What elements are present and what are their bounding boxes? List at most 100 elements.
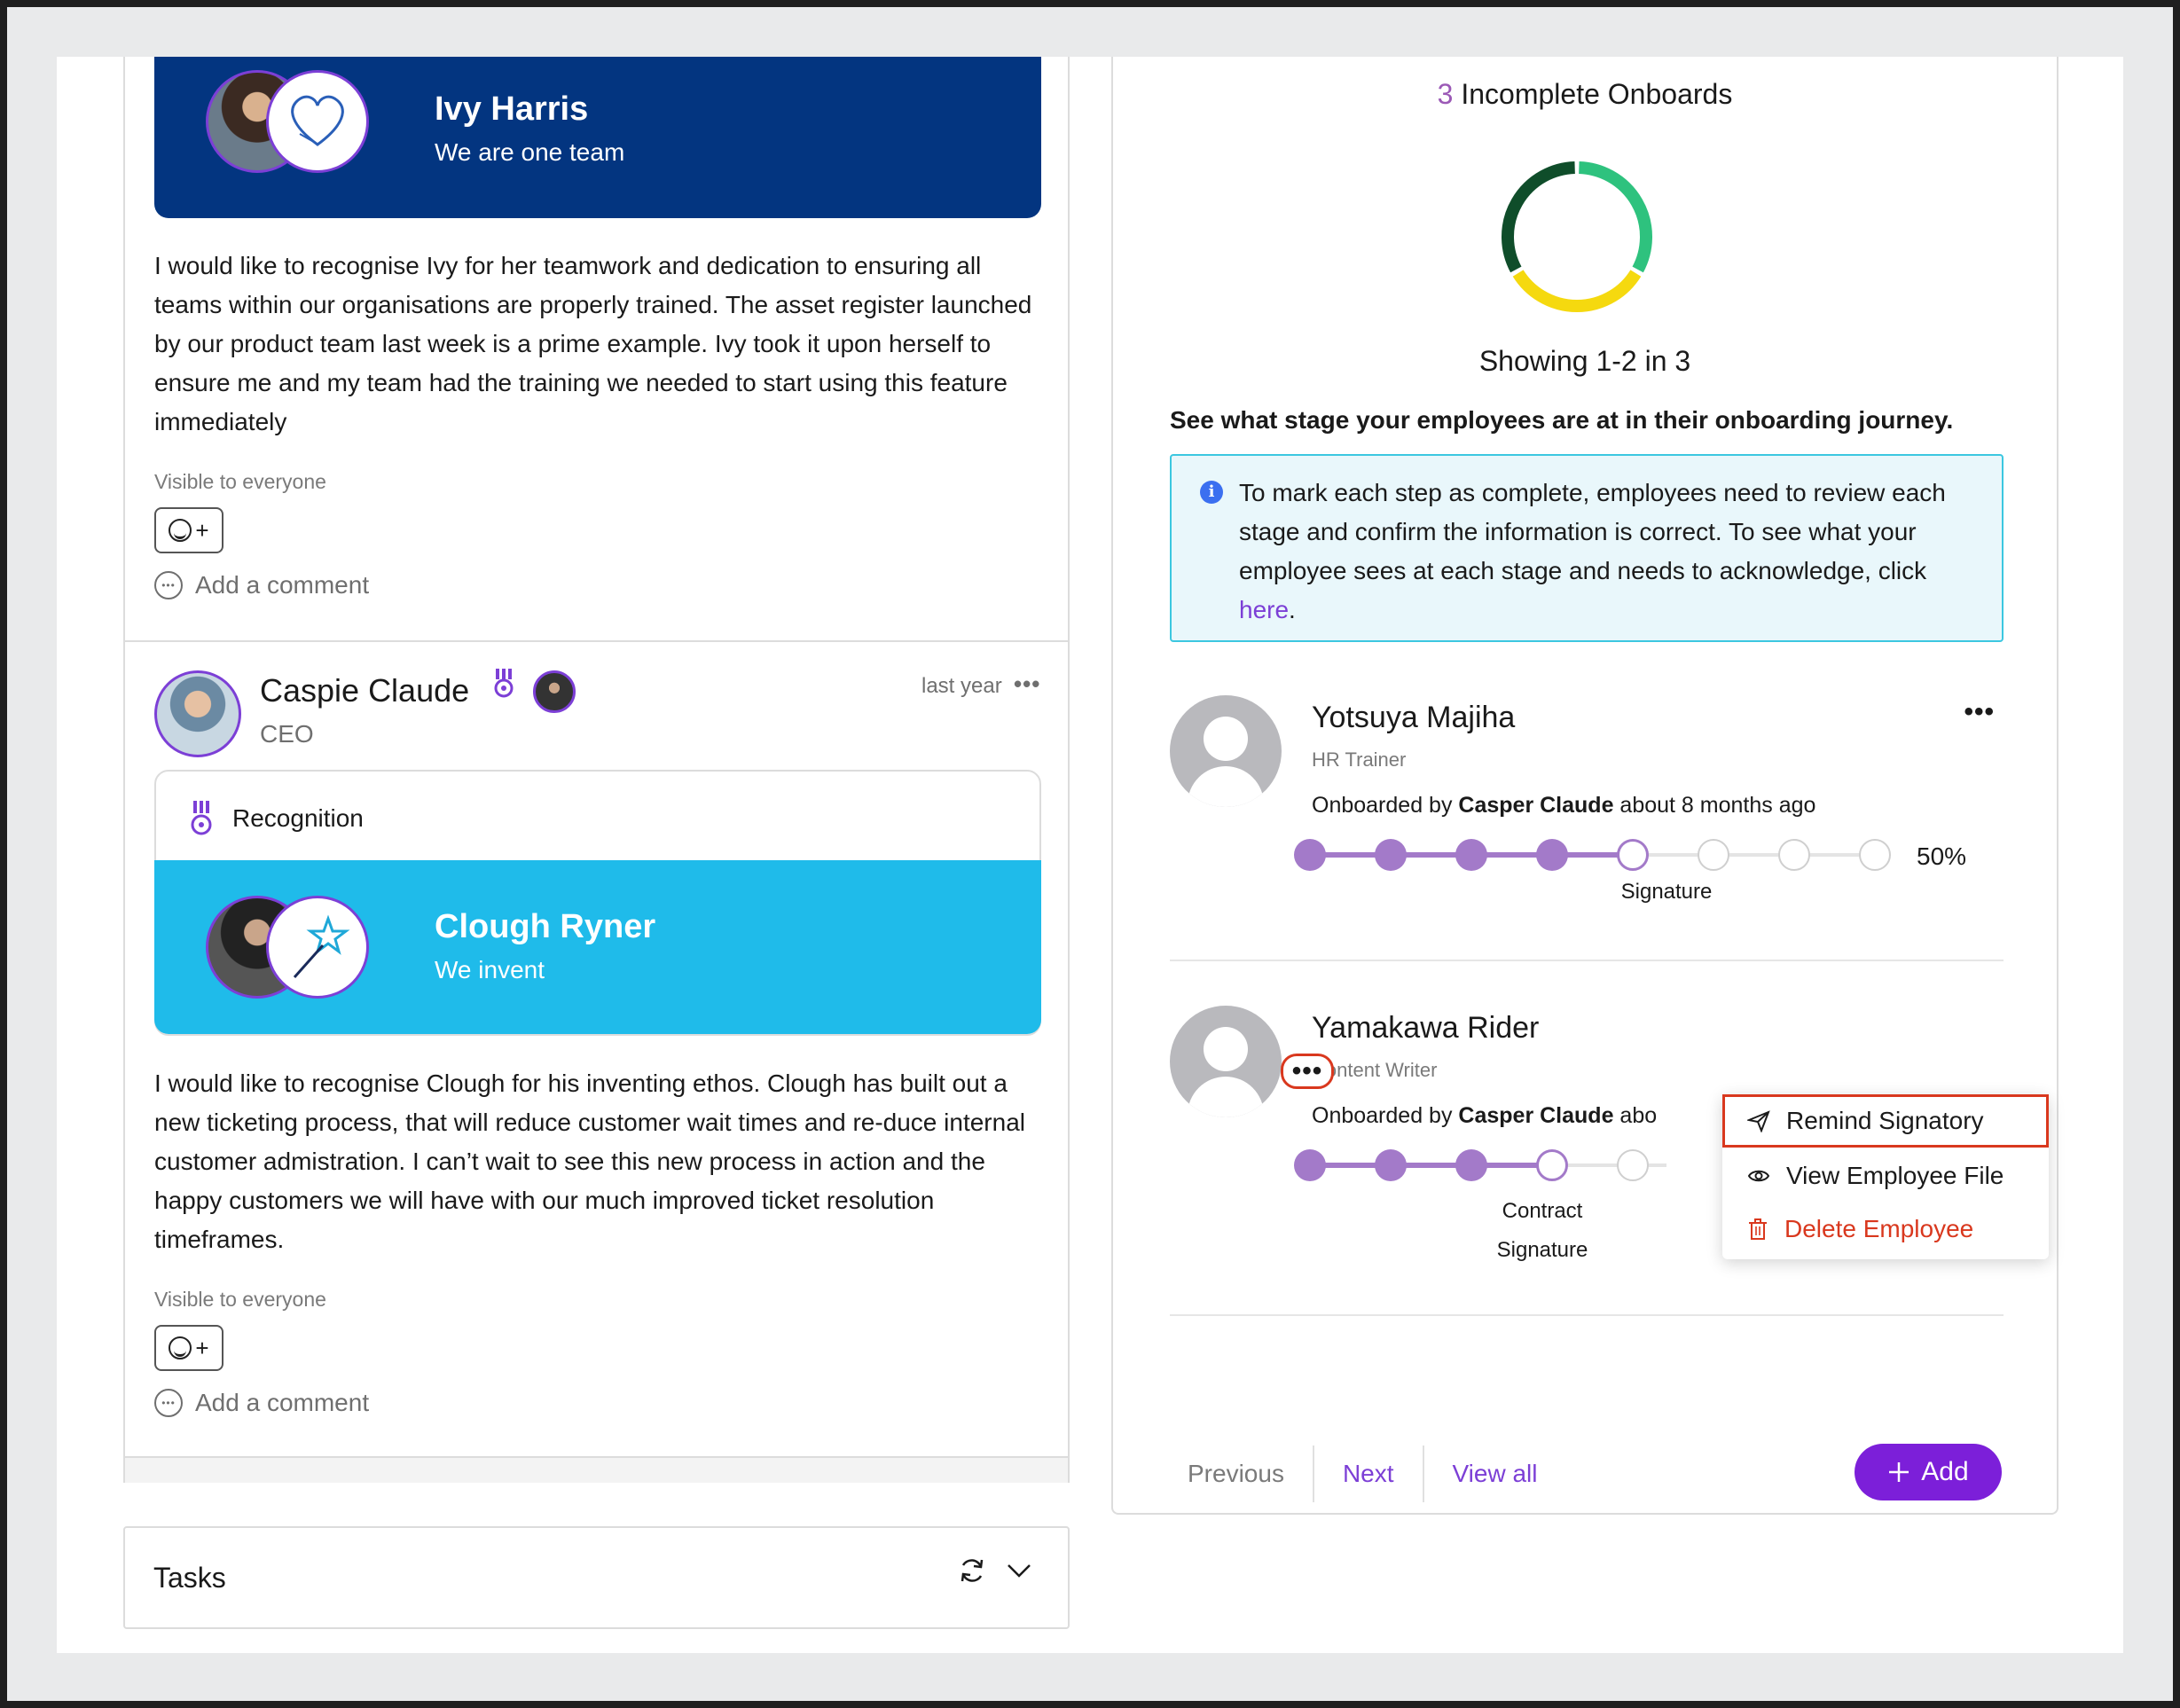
panel-title: 3 Incomplete Onboards (1113, 78, 2057, 111)
tasks-widget[interactable]: Tasks (123, 1526, 1070, 1629)
remind-signatory-item[interactable]: Remind Signatory (1722, 1094, 2049, 1148)
add-comment-label: Add a comment (195, 1389, 370, 1416)
banner-name: Clough Ryner (435, 908, 656, 945)
eye-icon (1747, 1170, 1770, 1182)
employee-more-button[interactable]: ••• (1281, 1054, 1334, 1089)
delete-employee-item[interactable]: Delete Employee (1722, 1203, 2049, 1256)
trash-icon (1749, 1218, 1767, 1240)
post-author[interactable]: Caspie Claude (260, 672, 469, 709)
post-more-icon[interactable]: ••• (1014, 670, 1040, 698)
post-body: I would like to recognise Clough for his… (154, 1069, 1025, 1253)
menu-item-label: Delete Employee (1784, 1215, 1974, 1242)
comment-icon: ••• (154, 571, 183, 599)
step-pending (1617, 1149, 1649, 1181)
plus-icon: + (195, 1334, 209, 1361)
refresh-icon[interactable] (958, 1556, 986, 1585)
pagination: Previous Next View all (1170, 1446, 1566, 1502)
step-current (1536, 1149, 1568, 1181)
onboarding-progress (1294, 837, 1891, 873)
recipient-mini-avatar[interactable] (533, 670, 576, 713)
panel-description: See what stage your employees are at in … (1170, 406, 1954, 434)
view-all-link[interactable]: View all (1422, 1446, 1566, 1502)
info-link[interactable]: here (1239, 596, 1289, 623)
post-author-role: CEO (260, 720, 314, 748)
chevron-down-icon[interactable] (1006, 1562, 1032, 1579)
emoji-icon (169, 519, 192, 542)
step-complete (1375, 1149, 1407, 1181)
add-reaction-button[interactable]: + (154, 507, 223, 553)
add-comment-label: Add a comment (195, 571, 370, 599)
avatar[interactable] (154, 670, 241, 757)
tasks-controls (958, 1556, 1032, 1585)
step-pending (1698, 839, 1729, 871)
menu-item-label: View Employee File (1786, 1162, 2004, 1189)
add-comment-row[interactable]: ••• Add a comment (154, 1389, 369, 1417)
plus-icon: + (195, 516, 209, 544)
avatar[interactable] (1170, 1006, 1282, 1117)
magic-wand-icon (266, 896, 369, 999)
employee-row: Yotsuya Majiha HR Trainer Onboarded by C… (1170, 695, 2004, 926)
send-icon (1747, 1110, 1770, 1132)
current-stage-label: Contract Signature (1496, 1199, 1588, 1262)
post-divider (125, 640, 1068, 642)
showing-count: Showing 1-2 in 3 (1478, 345, 1691, 377)
medal-icon (191, 801, 212, 835)
current-stage-label: Signature (1620, 880, 1713, 904)
onboarded-by: Onboarded by Casper Claude abo (1312, 1103, 1658, 1128)
onboarded-by: Onboarded by Casper Claude about 8 month… (1312, 793, 1816, 818)
employee-actions-menu: Remind Signatory View Employee File Dele… (1722, 1094, 2049, 1259)
donut-segment (1512, 270, 1642, 312)
info-icon: i (1200, 481, 1223, 504)
step-complete (1375, 839, 1407, 871)
employee-name[interactable]: Yamakawa Rider (1312, 1011, 1539, 1046)
recognition-card-header: Recognition (156, 772, 1039, 866)
banner-subtitle: We invent (435, 956, 545, 983)
onboards-donut-chart (1502, 161, 1652, 312)
add-comment-row[interactable]: ••• Add a comment (154, 571, 369, 599)
medal-icon (494, 669, 514, 698)
row-divider (1170, 1314, 2004, 1316)
avatar[interactable] (1170, 695, 1282, 807)
info-text: To mark each step as complete, employees… (1239, 479, 1946, 623)
employee-more-icon[interactable]: ••• (1964, 697, 1995, 727)
step-complete (1294, 1149, 1326, 1181)
post-body: I would like to recognise Ivy for her te… (154, 252, 1032, 435)
step-complete (1536, 839, 1568, 871)
window: Ivy Harris We are one team I would like … (7, 7, 2173, 1701)
view-employee-file-item[interactable]: View Employee File (1722, 1149, 2049, 1203)
visibility-label: Visible to everyone (154, 470, 326, 493)
step-complete (1455, 1149, 1487, 1181)
comment-icon: ••• (154, 1389, 183, 1417)
plus-icon (1889, 1462, 1909, 1482)
feed-footer (125, 1456, 1068, 1483)
employee-role: HR Trainer (1312, 748, 1407, 771)
add-reaction-button[interactable]: + (154, 1325, 223, 1371)
next-button[interactable]: Next (1312, 1446, 1423, 1502)
heart-icon (266, 70, 369, 173)
page-canvas: Ivy Harris We are one team I would like … (57, 57, 2123, 1653)
previous-button[interactable]: Previous (1170, 1446, 1313, 1502)
onboarding-progress (1294, 1148, 1666, 1183)
panel-title-text: Incomplete Onboards (1461, 78, 1733, 110)
menu-item-label: Remind Signatory (1786, 1107, 1984, 1134)
emoji-icon (169, 1336, 192, 1359)
donut-segment (1502, 161, 1576, 273)
recognition-banner-ivy: Ivy Harris We are one team (154, 57, 1041, 218)
donut-segment (1578, 161, 1652, 273)
post-timestamp: last year (921, 674, 1002, 698)
incomplete-onboards-panel: 3 Incomplete Onboards Showing 1-2 in 3 S… (1111, 57, 2058, 1515)
tasks-title: Tasks (153, 1562, 226, 1594)
recognition-banner-clough: Clough Ryner We invent (154, 860, 1041, 1034)
visibility-label: Visible to everyone (154, 1288, 326, 1311)
info-callout: i To mark each step as complete, employe… (1170, 454, 2004, 642)
recognition-feed: Ivy Harris We are one team I would like … (123, 57, 1070, 1483)
step-complete (1455, 839, 1487, 871)
step-complete (1294, 839, 1326, 871)
banner-name: Ivy Harris (435, 90, 589, 128)
employee-name[interactable]: Yotsuya Majiha (1312, 701, 1515, 735)
step-current (1617, 839, 1649, 871)
step-pending (1859, 839, 1891, 871)
row-divider (1170, 960, 2004, 961)
card-type-label: Recognition (232, 804, 364, 832)
add-button[interactable]: Add (1855, 1444, 2002, 1500)
